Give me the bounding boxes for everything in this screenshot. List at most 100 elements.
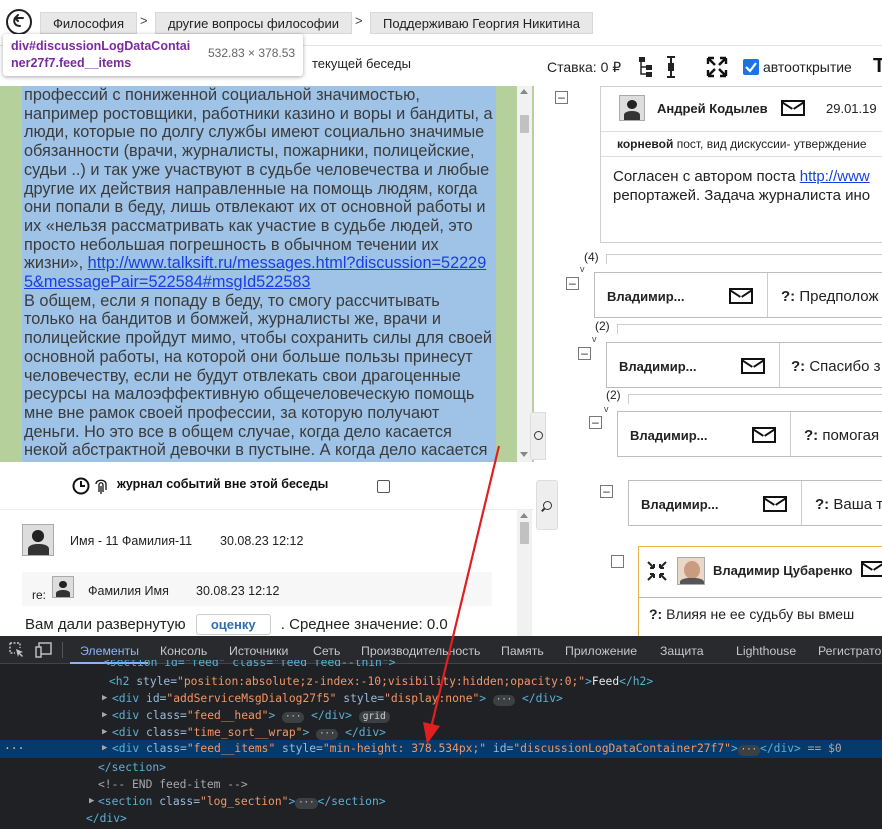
tab-security[interactable]: Защита	[660, 644, 704, 658]
node-author[interactable]: Владимир...	[641, 497, 719, 512]
tab-application[interactable]: Приложение	[565, 644, 637, 658]
dom-line[interactable]: </section>	[0, 759, 882, 776]
node-author[interactable]: Владимир...	[630, 428, 708, 443]
mail-icon[interactable]	[729, 288, 753, 307]
root-post: Андрей Кодылев 29.01.19 ( корневой пост,…	[600, 86, 882, 243]
mail-icon[interactable]	[741, 358, 765, 377]
ellipsis-badge[interactable]: ···	[282, 712, 305, 723]
scroll-thumb[interactable]	[520, 522, 529, 544]
inspect-cursor-icon[interactable]	[9, 642, 25, 658]
tag-end: </div>	[345, 726, 386, 739]
post-author[interactable]: Владимир Цубаренко	[713, 563, 853, 578]
tab-console[interactable]: Консоль	[160, 644, 207, 658]
expand-triangle-icon[interactable]: ▶	[102, 690, 107, 707]
line-menu-dots[interactable]: ···	[4, 740, 24, 757]
search-side-button[interactable]	[530, 412, 546, 460]
back-arrow-icon[interactable]	[6, 9, 32, 35]
tab-elements[interactable]: Элементы	[80, 644, 139, 658]
dom-line[interactable]: <section id="feed" class="feed feed--thi…	[0, 660, 882, 670]
expand-arrows-icon[interactable]	[706, 56, 728, 78]
collapse-toggle[interactable]: –	[600, 485, 613, 498]
expand-triangle-icon[interactable]: ▶	[89, 793, 94, 810]
ellipsis-badge[interactable]: ···	[737, 745, 761, 756]
scroll-up-arrow[interactable]	[520, 513, 528, 518]
search-side-button[interactable]	[536, 480, 558, 530]
message-author[interactable]: Имя - 11 Фамилия-11	[70, 534, 192, 548]
reply-author[interactable]: Фамилия Имя	[88, 584, 169, 598]
dom-line[interactable]: ▶ <div class="time_sort__wrap"> ··· </di…	[0, 724, 882, 741]
collapse-toggle[interactable]: –	[566, 277, 579, 290]
vertical-dots-icon[interactable]	[666, 55, 676, 79]
node-checkbox[interactable]	[611, 555, 624, 568]
text-tool-icon[interactable]: Т	[873, 55, 882, 78]
dom-line[interactable]: ▶ <section class="log_section"> ··· </sect…	[0, 793, 882, 810]
collapse-toggle[interactable]: –	[589, 416, 602, 429]
breadcrumb-item-philosophy[interactable]: Философия	[40, 12, 137, 34]
dom-line[interactable]: ▶ <div class="feed__head"> ··· </div> gr…	[0, 707, 882, 724]
tab-lighthouse[interactable]: Lighthouse	[736, 644, 796, 658]
expand-triangle-icon[interactable]: ▶	[102, 724, 107, 741]
tag-open: <div	[112, 726, 147, 739]
node-q: ?:	[791, 358, 806, 375]
attr-value: "time_sort__wrap"	[186, 726, 303, 739]
tree-node[interactable]: Владимир... ?: помогая	[617, 411, 882, 457]
dom-line-text: <section id="feed" class="feed feed--thi…	[103, 660, 396, 669]
tree-node[interactable]: Владимир... ?: Предполож	[594, 272, 882, 318]
tree-node[interactable]: Владимир... ?: Ваша т	[628, 480, 882, 526]
scroll-up-arrow[interactable]	[520, 89, 528, 94]
tab-network[interactable]: Сеть	[313, 644, 340, 658]
root-author[interactable]: Андрей Кодылев	[657, 101, 768, 116]
scroll-thumb[interactable]	[520, 115, 529, 133]
mail-icon[interactable]	[861, 561, 882, 582]
device-toggle-icon[interactable]	[35, 642, 53, 658]
dom-line[interactable]: ▶ <div id="addServiceMsgDialog27f5" styl…	[0, 690, 882, 707]
tab-memory[interactable]: Память	[501, 644, 544, 658]
collapse-toggle[interactable]: –	[578, 347, 591, 360]
expanded-post: Владимир Цубаренко ?: Влияя не ее судьбу…	[638, 546, 882, 636]
tab-recorder[interactable]: Регистратор	[818, 644, 882, 658]
ellipsis-badge[interactable]: ···	[316, 729, 339, 740]
root-body-text: Согласен с автором поста	[613, 168, 800, 185]
event-log-checkbox[interactable]	[377, 480, 390, 493]
grid-badge[interactable]: grid	[358, 711, 390, 723]
tooltip-selector: div#discussionLogDataContainer27f7.feed_…	[11, 38, 196, 72]
root-body-link[interactable]: http://www	[800, 168, 870, 185]
reply-row: re: Фамилия Имя 30.08.23 12:12	[22, 572, 492, 606]
messages-scrollbar[interactable]	[517, 510, 532, 637]
tooltip-selector-text: div#discussionLogDataContainer27f7.feed_…	[11, 39, 191, 70]
dom-comment: <!-- END feed-item -->	[98, 778, 248, 791]
mail-icon[interactable]	[763, 496, 787, 515]
tab-sources[interactable]: Источники	[229, 644, 288, 658]
expand-triangle-icon[interactable]: ▶	[102, 707, 107, 724]
breadcrumb-item-other-questions[interactable]: другие вопросы философии	[155, 12, 352, 34]
compress-icon[interactable]	[647, 561, 667, 581]
mail-icon[interactable]	[781, 100, 805, 121]
ellipsis-badge[interactable]: ···	[295, 798, 318, 809]
node-author[interactable]: Владимир...	[607, 289, 685, 304]
node-preview: ?: Ваша т	[815, 496, 882, 513]
collapse-toggle[interactable]: –	[555, 91, 568, 104]
rating-button[interactable]: оценку	[195, 614, 271, 635]
tag-end: </h2>	[619, 675, 654, 688]
tree-icon[interactable]	[637, 56, 653, 78]
tag-open: <h2	[109, 675, 137, 688]
feed-scrollbar[interactable]	[517, 86, 532, 462]
autoopen-checkbox[interactable]	[743, 59, 759, 75]
attr-name: id=	[146, 692, 167, 705]
tree-node[interactable]: Владимир... ?: Спасибо з	[606, 342, 882, 388]
expand-triangle-icon[interactable]: ▶	[102, 740, 107, 757]
ellipsis-badge[interactable]: ···	[492, 695, 516, 706]
mail-icon[interactable]	[752, 427, 776, 446]
feed-link[interactable]: http://www.talksift.ru/messages.html?dis…	[24, 254, 486, 291]
avatar	[677, 557, 705, 585]
node-author[interactable]: Владимир...	[619, 359, 697, 374]
breadcrumb-item-current[interactable]: Поддерживаю Георгия Никитина	[370, 12, 593, 34]
breadcrumb-separator: >	[140, 13, 148, 28]
dom-line-selected[interactable]: ··· ▶ <div class="feed__items" style="mi…	[0, 740, 882, 758]
dom-line[interactable]: </div>	[0, 810, 882, 827]
stack-lines	[606, 254, 882, 264]
tab-performance[interactable]: Производительность	[361, 644, 480, 658]
dom-line[interactable]: <!-- END feed-item -->	[0, 776, 882, 793]
scroll-down-arrow[interactable]	[520, 452, 528, 457]
dom-line[interactable]: <h2 style="position:absolute;z-index:-10…	[0, 673, 882, 690]
